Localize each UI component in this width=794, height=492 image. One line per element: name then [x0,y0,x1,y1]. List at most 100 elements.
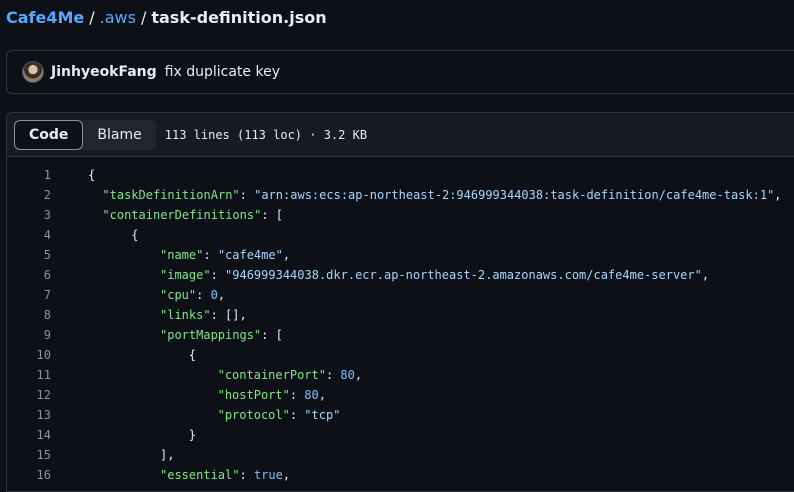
breadcrumb-dir-link[interactable]: .aws [100,8,136,27]
code-line: 10 { [7,345,794,365]
view-mode-toggle: Code Blame [14,119,156,150]
json-key: "image" [160,268,211,282]
line-number[interactable]: 12 [7,388,51,402]
avatar[interactable] [22,61,44,83]
file-viewer: Code Blame 113 lines (113 loc) · 3.2 KB … [6,112,794,492]
json-punctuation: : [ [261,328,283,342]
json-punctuation: , [217,288,226,302]
json-punctuation: , [318,388,326,402]
line-content: } [88,428,196,442]
json-punctuation: : [210,268,226,282]
latest-commit-bar: JinhyeokFang fix duplicate key [6,50,794,94]
json-punctuation: : [], [210,308,247,322]
json-punctuation: : [239,468,254,482]
json-punctuation: : [289,408,305,422]
json-punctuation: , [774,188,782,202]
line-number[interactable]: 5 [7,248,51,262]
json-key: "portMappings" [160,328,262,342]
line-content: "taskDefinitionArn": "arn:aws:ecs:ap-nor… [88,188,782,202]
json-string: "946999344038.dkr.ecr.ap-northeast-2.ama… [225,268,702,282]
blame-tab[interactable]: Blame [83,120,155,150]
line-content: "containerDefinitions": [ [88,208,283,222]
code-line: 6 "image": "946999344038.dkr.ecr.ap-north… [7,265,794,285]
breadcrumb: Cafe4Me / .aws / task-definition.json [6,8,327,27]
json-literal: true [253,468,283,482]
line-number[interactable]: 15 [7,448,51,462]
line-number[interactable]: 2 [7,188,51,202]
line-content: { [88,168,95,182]
line-content: { [88,228,138,242]
json-punctuation: , [282,248,291,262]
code-line: 5 "name": "cafe4me", [7,245,794,265]
line-content: ], [88,448,174,462]
breadcrumb-file-name: task-definition.json [151,8,327,27]
json-key: "hostPort" [217,388,290,402]
line-number[interactable]: 7 [7,288,51,302]
breadcrumb-separator: / [140,8,147,27]
code-view[interactable]: 1{2 "taskDefinitionArn": "arn:aws:ecs:ap-… [7,157,794,485]
line-content: "name": "cafe4me", [88,248,290,262]
code-line: 12 "hostPort": 80, [7,385,794,405]
json-key: "links" [160,308,211,322]
file-header: Code Blame 113 lines (113 loc) · 3.2 KB [7,113,794,157]
line-number[interactable]: 1 [7,168,51,182]
json-punctuation: : [ [261,208,284,222]
line-number[interactable]: 11 [7,368,51,382]
json-punctuation: { [131,228,139,242]
commit-author-link[interactable]: JinhyeokFang [51,64,157,80]
line-content: "portMappings": [ [88,328,283,342]
json-key: "name" [160,248,204,262]
line-number[interactable]: 4 [7,228,51,242]
json-punctuation: : [325,368,341,382]
code-line: 11 "containerPort": 80, [7,365,794,385]
json-key: "taskDefinitionArn" [102,188,240,202]
json-punctuation: : [196,288,211,302]
json-string: "tcp" [304,408,341,422]
breadcrumb-separator: / [89,8,95,27]
line-number[interactable]: 13 [7,408,51,422]
json-punctuation: { [188,348,197,362]
json-punctuation: : [203,248,218,262]
code-line: 13 "protocol": "tcp" [7,405,794,425]
line-number[interactable]: 8 [7,308,51,322]
line-number[interactable]: 16 [7,468,51,482]
line-content: "cpu": 0, [88,288,225,302]
json-key: "containerPort" [217,368,326,382]
code-line: 4{ [7,225,794,245]
json-literal: 0 [210,288,218,302]
code-line: 7 "cpu": 0, [7,285,794,305]
line-number[interactable]: 10 [7,348,51,362]
json-key: "protocol" [217,408,290,422]
breadcrumb-repo-link[interactable]: Cafe4Me [6,8,84,27]
code-line: 9 "portMappings": [ [7,325,794,345]
code-line: 8 "links": [], [7,305,794,325]
line-number[interactable]: 14 [7,428,51,442]
json-literal: 80 [304,388,319,402]
json-string: "arn:aws:ecs:ap-northeast-2:946999344038… [254,188,775,202]
line-content: "protocol": "tcp" [88,408,341,422]
line-content: { [88,348,196,362]
json-punctuation: : [289,388,305,402]
json-key: "cpu" [160,288,197,302]
file-info: 113 lines (113 loc) · 3.2 KB [164,127,368,142]
line-content: "containerPort": 80, [88,368,363,382]
line-number[interactable]: 6 [7,268,51,282]
json-key: "containerDefinitions" [102,208,262,222]
code-line: 3 "containerDefinitions": [ [7,205,794,225]
code-line: 1{ [7,165,794,185]
code-tab[interactable]: Code [14,119,84,150]
json-punctuation: , [701,268,710,282]
line-content: "links": [], [88,308,247,322]
commit-message-link[interactable]: fix duplicate key [165,64,280,80]
json-punctuation: { [88,168,96,182]
line-number[interactable]: 9 [7,328,51,342]
json-punctuation: : [239,188,255,202]
json-literal: 80 [340,368,355,382]
line-number[interactable]: 3 [7,208,51,222]
line-content: "essential": true, [88,468,290,482]
line-content: "hostPort": 80, [88,388,326,402]
json-string: "cafe4me" [217,248,283,262]
json-punctuation: ], [160,448,175,462]
json-punctuation: , [282,468,291,482]
json-punctuation: } [188,428,197,442]
